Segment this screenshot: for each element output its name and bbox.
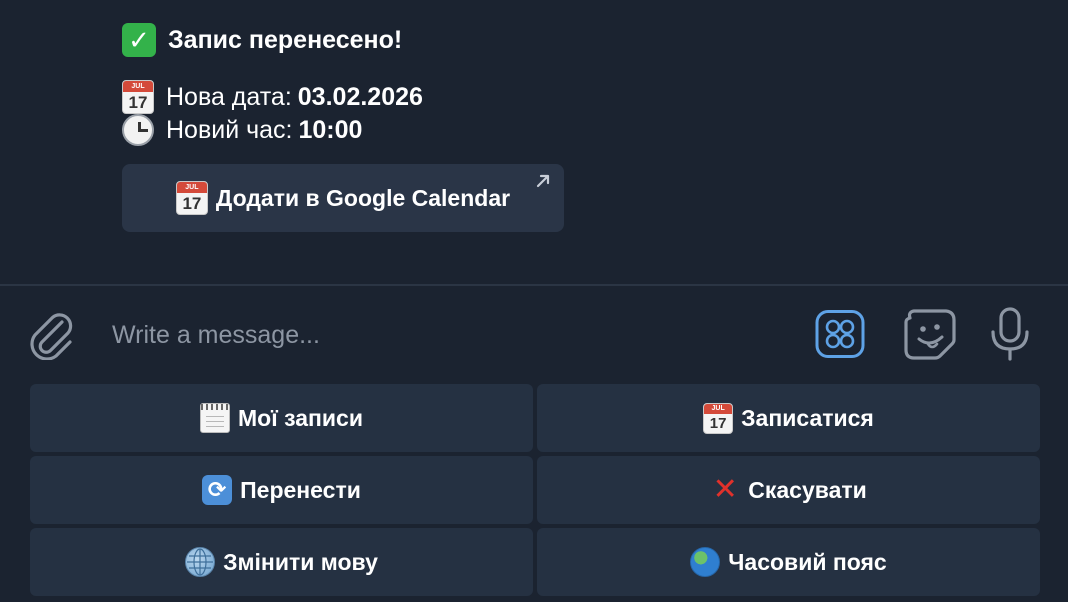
calendar-icon: JUL 17 [175,181,208,215]
new-time-value: 10:00 [298,116,363,144]
message-input[interactable] [110,314,794,356]
message-composer [0,286,1068,382]
calendar-icon: JUL 17 [122,80,154,114]
change-language-label: Змінити мову [223,548,378,575]
reschedule-button[interactable]: ⟳ Перенести [30,456,533,524]
message-title-line: ✓ Запис перенесено! [122,18,582,62]
book-label: Записатися [741,404,874,431]
my-bookings-button[interactable]: Мої записи [30,384,533,452]
add-to-google-calendar-button[interactable]: JUL 17 Додати в Google Calendar [122,164,564,232]
add-to-google-calendar-label: Додати в Google Calendar [215,184,511,211]
new-date-label: Нова дата: [166,83,292,111]
reschedule-label: Перенести [240,476,361,503]
cross-mark-icon: ✕ [712,473,738,506]
globe-icon [185,547,216,577]
change-language-button[interactable]: Змінити мову [30,528,533,596]
earth-globe-icon [690,547,721,577]
calendar-icon: JUL 17 [703,402,734,434]
book-button[interactable]: JUL 17 Записатися [537,384,1040,452]
cancel-label: Скасувати [748,476,867,503]
sticker-icon[interactable] [902,308,958,360]
timezone-label: Часовий пояс [728,548,887,575]
cancel-button[interactable]: ✕ Скасувати [537,456,1040,524]
new-time-label: Новий час: [166,116,293,144]
paperclip-icon[interactable] [26,308,76,361]
new-date-value: 03.02.2026 [297,83,423,111]
reply-keyboard: Мої записи JUL 17 Записатися ⟳ Перенести… [30,384,1040,596]
bot-commands-icon[interactable] [815,310,865,358]
my-bookings-label: Мої записи [238,404,363,431]
chat-window: ✓ Запис перенесено! JUL 17 Нова дата: 03… [0,0,1068,602]
notepad-icon [200,403,231,433]
message-title: Запис перенесено! [168,26,403,54]
bot-message: ✓ Запис перенесено! JUL 17 Нова дата: 03… [122,18,582,232]
timezone-button[interactable]: Часовий пояс [537,528,1040,596]
new-date-line: JUL 17 Нова дата: 03.02.2026 [122,80,582,114]
clock-icon [122,114,154,146]
new-time-line: Новий час: 10:00 [122,114,582,146]
external-link-icon [534,172,552,190]
refresh-icon: ⟳ [202,475,233,505]
check-mark-icon: ✓ [122,23,156,57]
microphone-icon[interactable] [990,306,1030,362]
